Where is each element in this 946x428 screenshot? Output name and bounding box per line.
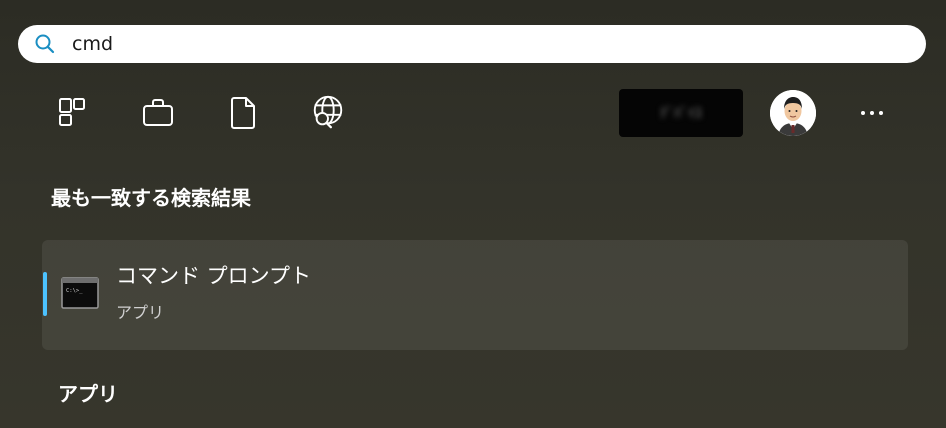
grid-apps-icon [59,98,85,126]
more-icon-dot [870,111,874,115]
documents-filter-button[interactable] [226,94,262,130]
search-input[interactable] [72,25,852,63]
account-button[interactable]: ﾃﾞﾊﾞｲｽ [619,89,743,137]
best-match-result[interactable] [42,240,908,350]
result-subtitle: アプリ [116,303,165,322]
avatar[interactable] [770,90,816,136]
best-match-heading: 最も一致する検索結果 [51,186,251,210]
search-icon [35,34,55,54]
result-title: コマンド プロンプト [116,264,312,288]
command-prompt-icon: C:\>_ [61,277,99,309]
work-filter-button[interactable] [140,94,176,130]
web-filter-button[interactable] [310,94,346,130]
selection-indicator [43,272,47,316]
apps-filter-button[interactable] [54,94,90,130]
more-icon-dot [861,111,865,115]
search-box[interactable] [18,25,926,63]
apps-heading: アプリ [58,382,118,406]
more-icon-dot [879,111,883,115]
briefcase-icon [143,99,173,126]
more-options-button[interactable] [852,100,892,126]
document-icon [231,97,255,129]
account-label: ﾃﾞﾊﾞｲｽ [660,106,702,122]
svg-text:C:\>_: C:\>_ [66,288,83,294]
user-avatar-icon [770,90,816,136]
globe-search-icon [313,95,343,129]
